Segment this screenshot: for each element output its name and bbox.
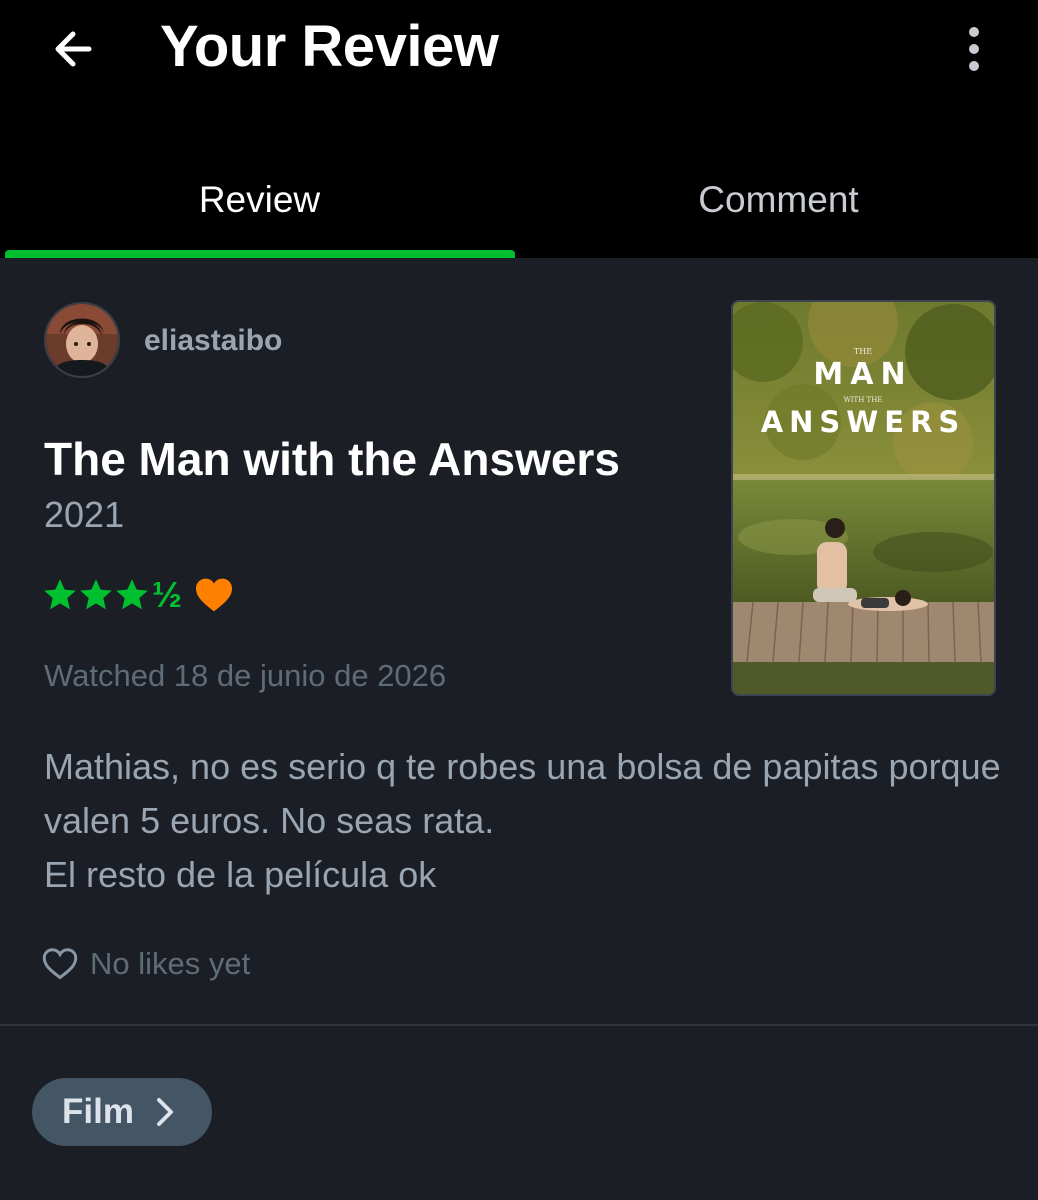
poster-title-with-the: WITH THE	[844, 396, 883, 404]
star-icon	[44, 579, 76, 610]
review-paragraph: Mathias, no es serio q te robes una bols…	[44, 746, 1001, 841]
liked-heart-icon	[194, 577, 234, 613]
divider	[0, 1024, 1038, 1026]
tab-comment[interactable]: Comment	[519, 170, 1038, 230]
poster-title-answers: ANSWERS	[761, 405, 966, 439]
username-link[interactable]: eliastaibo	[144, 324, 282, 358]
star-icon	[116, 579, 148, 610]
poster-image: THE MAN WITH THE ANSWERS	[733, 302, 994, 694]
more-options-button[interactable]	[952, 18, 996, 78]
star-rating: ½	[42, 577, 182, 613]
review-body: Mathias, no es serio q te robes una bols…	[44, 740, 1004, 902]
film-year: 2021	[44, 494, 125, 535]
top-app-bar: Your Review Review Comment	[0, 0, 1038, 258]
likes-count-text: No likes yet	[90, 946, 251, 981]
review-paragraph: El resto de la película ok	[44, 854, 437, 895]
chevron-right-icon	[154, 1096, 176, 1128]
rating: ½	[42, 570, 234, 620]
avatar[interactable]	[44, 302, 120, 378]
review-screen: Your Review Review Comment eliastaibo Th…	[0, 0, 1038, 1200]
star-icon	[80, 579, 112, 610]
film-title: The Man with the Answers	[44, 433, 620, 485]
poster-title-small: THE	[854, 347, 872, 356]
tab-review[interactable]: Review	[0, 170, 519, 230]
like-review-button[interactable]: No likes yet	[42, 944, 250, 984]
poster-title-man: MAN	[813, 357, 912, 392]
film-chip-label: Film	[62, 1092, 134, 1131]
page-title: Your Review	[160, 14, 499, 79]
watched-date: Watched 18 de junio de 2026	[44, 658, 447, 693]
film-link-button[interactable]: Film	[32, 1078, 212, 1146]
arrow-left-icon	[55, 31, 92, 67]
heart-outline-icon	[42, 948, 78, 980]
more-vertical-icon	[969, 27, 979, 71]
user-avatar-image	[46, 304, 118, 376]
half-star-symbol: ½	[152, 574, 183, 615]
film-poster[interactable]: THE MAN WITH THE ANSWERS	[731, 300, 996, 696]
back-button[interactable]	[44, 20, 102, 78]
active-tab-indicator	[5, 250, 515, 258]
